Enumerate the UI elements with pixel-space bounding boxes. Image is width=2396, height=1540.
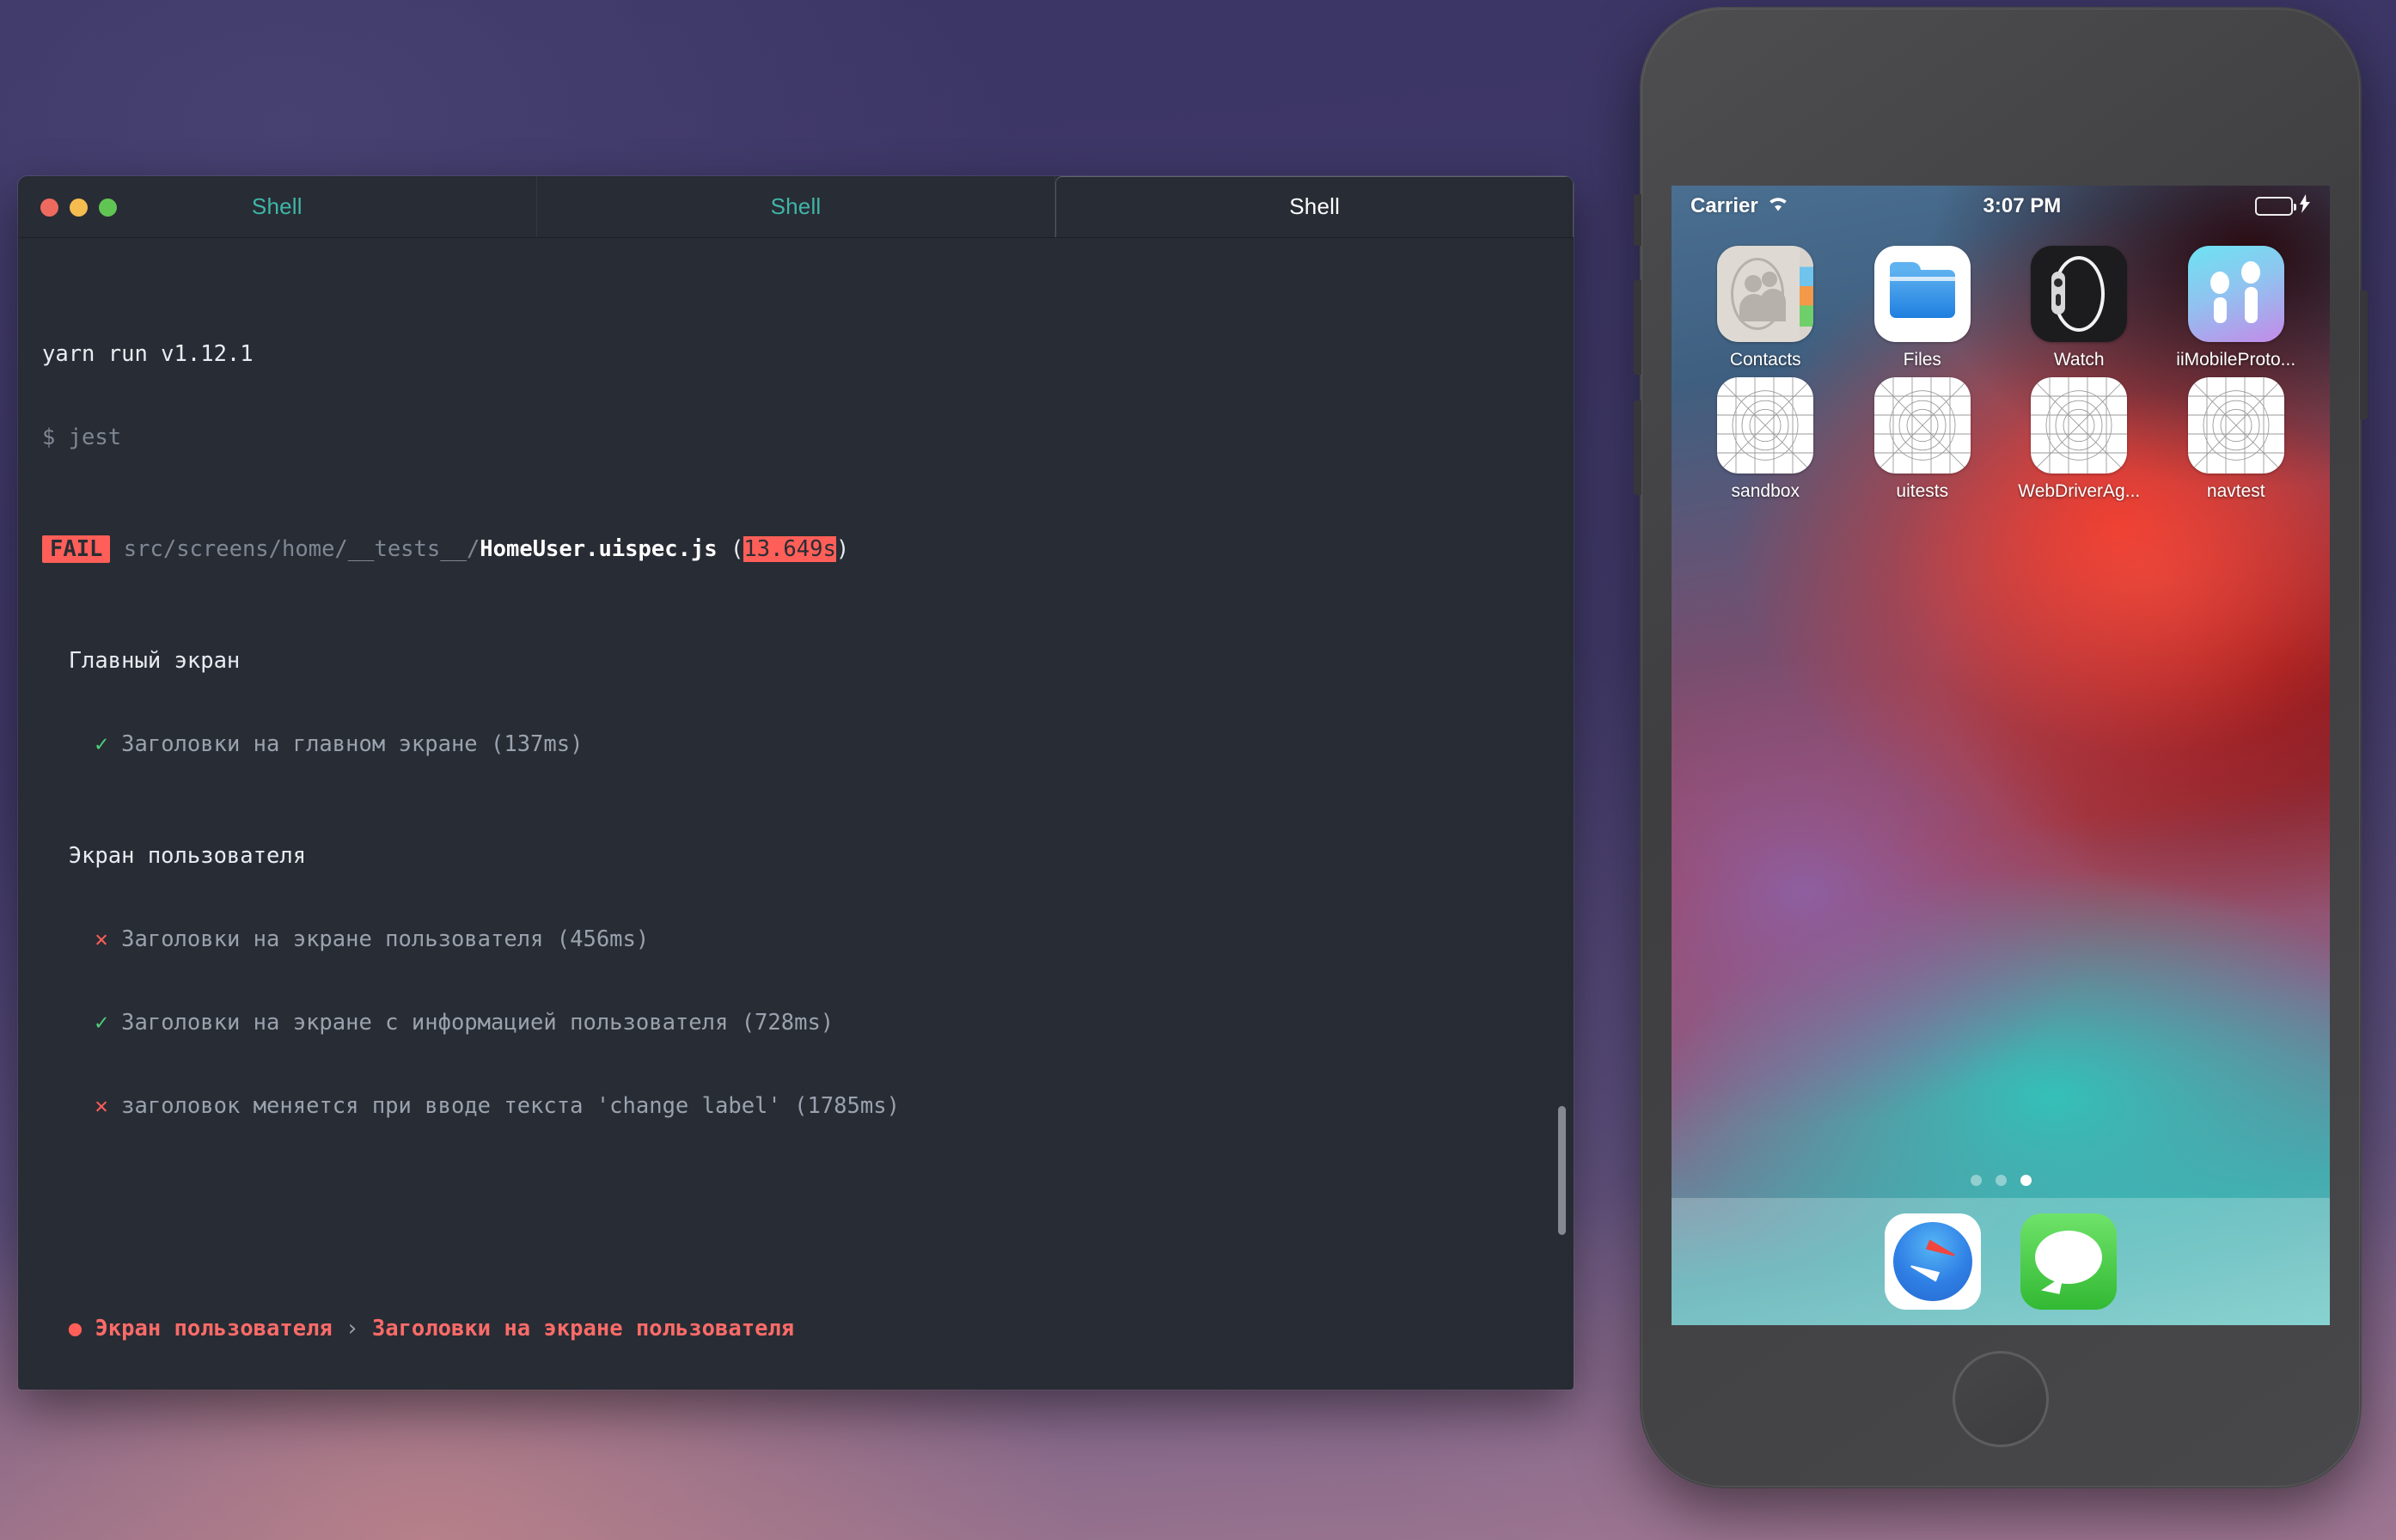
- failure-1-suite: Экран пользователя: [95, 1316, 333, 1342]
- pass-check-icon: ✓: [95, 1009, 108, 1036]
- app-contacts[interactable]: Contacts: [1701, 246, 1830, 370]
- failure-bullet-icon: ●: [68, 1316, 83, 1342]
- terminal-tab-1-label: Shell: [251, 193, 303, 219]
- suite-user-screen: Экран пользователя: [42, 842, 307, 869]
- status-bar-right: [2255, 193, 2311, 219]
- app-iimobileproto-label: iiMobileProto...: [2176, 350, 2296, 370]
- jest-command-line: $ jest: [42, 425, 122, 451]
- springboard[interactable]: Contacts Files Watch iiMobileProto... sa…: [1672, 227, 2330, 1198]
- app-webdriveragent-label: WebDriverAg...: [2018, 481, 2141, 501]
- app-row-1: Contacts Files Watch iiMobileProto...: [1672, 239, 2330, 370]
- placeholder-app-icon[interactable]: [2187, 377, 2284, 474]
- fail-badge: FAIL: [42, 535, 111, 564]
- status-bar-clock: 3:07 PM: [1983, 194, 2062, 217]
- terminal-tab-bar[interactable]: Shell Shell Shell: [18, 176, 1574, 238]
- carrier-label: Carrier: [1690, 194, 1758, 217]
- fail-cross-icon: ✕: [95, 926, 108, 952]
- app-uitests[interactable]: uitests: [1858, 377, 1987, 502]
- volume-down-button[interactable]: [1634, 400, 1641, 495]
- app-iimobileproto[interactable]: iiMobileProto...: [2172, 246, 2301, 370]
- suite-main-screen: Главный экран: [42, 647, 241, 674]
- app-watch[interactable]: Watch: [2014, 246, 2143, 370]
- breadcrumb-separator: ›: [345, 1316, 359, 1342]
- page-dot[interactable]: [1995, 1175, 2007, 1186]
- lightning-bolt-icon: [2299, 193, 2311, 219]
- test-result-1: ✓ Заголовки на главном экране (137ms): [42, 730, 1549, 758]
- test-result-1-label: Заголовки на главном экране (137ms): [121, 730, 584, 757]
- power-button[interactable]: [2360, 290, 2368, 419]
- battery-icon: [2255, 197, 2296, 216]
- app-files-label: Files: [1903, 350, 1941, 370]
- duration-highlight: 13.649s: [743, 536, 836, 563]
- iimobileproto-icon[interactable]: [2187, 246, 2284, 342]
- safari-icon[interactable]: [1885, 1213, 1981, 1310]
- test-result-2: ✕ Заголовки на экране пользователя (456m…: [42, 926, 1549, 953]
- failure-heading-1: ● Экран пользователя › Заголовки на экра…: [42, 1315, 1549, 1342]
- window-traffic-lights[interactable]: [40, 176, 117, 238]
- terminal-tab-3-label: Shell: [1289, 193, 1341, 219]
- maximize-button[interactable]: [99, 198, 117, 217]
- status-bar-left: Carrier: [1690, 194, 1789, 218]
- terminal-scrollbar[interactable]: [1558, 1106, 1566, 1235]
- app-row-2: sandbox uitests WebDriverAg... navtest: [1672, 370, 2330, 502]
- app-sandbox[interactable]: sandbox: [1701, 377, 1830, 502]
- app-navtest[interactable]: navtest: [2172, 377, 2301, 502]
- terminal-tab-2[interactable]: Shell: [535, 176, 1055, 237]
- watch-icon[interactable]: [2031, 246, 2128, 342]
- terminal-window[interactable]: Shell Shell Shell yarn run v1.12.1 $ jes…: [18, 176, 1574, 1390]
- pass-check-icon: ✓: [95, 730, 108, 757]
- app-files[interactable]: Files: [1858, 246, 1987, 370]
- placeholder-app-icon[interactable]: [1717, 377, 1814, 474]
- app-watch-label: Watch: [2053, 350, 2105, 370]
- placeholder-app-icon[interactable]: [1873, 377, 1971, 474]
- contacts-icon[interactable]: [1717, 246, 1814, 342]
- iphone-simulator[interactable]: Carrier 3:07 PM Contacts Files Watch iiM…: [1634, 7, 2368, 1488]
- fail-cross-icon: ✕: [95, 1093, 108, 1120]
- home-button[interactable]: [1953, 1351, 2049, 1447]
- spec-file: HomeUser.uispec.js: [480, 536, 718, 563]
- app-webdriveragent[interactable]: WebDriverAg...: [2014, 377, 2143, 502]
- app-navtest-label: navtest: [2206, 481, 2265, 501]
- test-result-3: ✓ Заголовки на экране с информацией поль…: [42, 1009, 1549, 1036]
- volume-up-button[interactable]: [1634, 280, 1641, 375]
- app-sandbox-label: sandbox: [1731, 481, 1800, 501]
- messages-icon[interactable]: [2020, 1213, 2117, 1310]
- terminal-tab-2-label: Shell: [770, 193, 822, 219]
- phone-screen[interactable]: Carrier 3:07 PM Contacts Files Watch iiM…: [1672, 186, 2330, 1325]
- app-contacts-label: Contacts: [1729, 350, 1801, 370]
- page-dot[interactable]: [2020, 1175, 2032, 1186]
- page-indicator[interactable]: [1672, 1175, 2330, 1186]
- test-result-4-label: заголовок меняется при вводе текста 'cha…: [121, 1093, 900, 1120]
- files-icon[interactable]: [1873, 246, 1971, 342]
- placeholder-app-icon[interactable]: [2031, 377, 2128, 474]
- dock[interactable]: [1672, 1198, 2330, 1325]
- page-dot[interactable]: [1970, 1175, 1982, 1186]
- failure-1-test: Заголовки на экране пользователя: [371, 1316, 795, 1342]
- test-result-2-label: Заголовки на экране пользователя (456ms): [121, 926, 650, 952]
- app-uitests-label: uitests: [1896, 481, 1949, 501]
- silent-switch[interactable]: [1634, 194, 1641, 246]
- terminal-output[interactable]: yarn run v1.12.1 $ jest FAIL src/screens…: [18, 238, 1574, 1390]
- wifi-icon: [1767, 194, 1789, 218]
- yarn-version-line: yarn run v1.12.1: [42, 341, 254, 368]
- test-result-3-label: Заголовки на экране с информацией пользо…: [121, 1009, 834, 1036]
- close-button[interactable]: [40, 198, 58, 217]
- terminal-tab-3[interactable]: Shell: [1054, 176, 1574, 237]
- fail-summary-line: FAIL src/screens/home/__tests__/HomeUser…: [42, 535, 1549, 564]
- test-result-4: ✕ заголовок меняется при вводе текста 'c…: [42, 1092, 1549, 1120]
- spec-dir: src/screens/home/__tests__/: [123, 536, 480, 563]
- status-bar: Carrier 3:07 PM: [1672, 186, 2330, 227]
- minimize-button[interactable]: [70, 198, 88, 217]
